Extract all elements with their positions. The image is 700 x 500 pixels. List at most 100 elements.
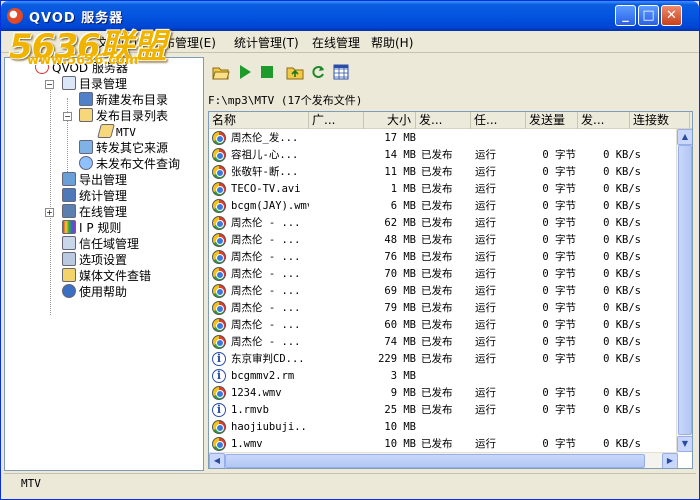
cell-sent: 0 字节 bbox=[542, 251, 576, 263]
table-row[interactable]: 容祖儿-心... 14 MB 已发布 运行 0 字节 0 KB/s bbox=[209, 147, 679, 164]
cell-status: 已发布 bbox=[421, 353, 453, 365]
cell-task: 运行 bbox=[475, 268, 496, 280]
qvod-icon bbox=[212, 233, 226, 247]
vertical-scrollbar[interactable]: ▲ ▼ bbox=[676, 129, 692, 452]
table-row[interactable]: 周杰伦 - ... 60 MB 已发布 运行 0 字节 0 KB/s bbox=[209, 317, 679, 334]
tree-item-trust-domain[interactable]: 信任域管理 bbox=[62, 236, 139, 252]
cell-task bbox=[475, 368, 525, 385]
scroll-down-icon[interactable]: ▼ bbox=[677, 436, 692, 452]
tree-expander-publish-list[interactable]: − bbox=[63, 112, 72, 121]
open-folder-icon[interactable] bbox=[212, 63, 230, 81]
tree-item-publish-list[interactable]: 发布目录列表 bbox=[79, 108, 168, 124]
cell-size: 14 MB bbox=[384, 149, 416, 161]
tree-item-unpublished-query[interactable]: 未发布文件查询 bbox=[79, 156, 180, 172]
table-row[interactable]: 周杰伦 - ... 70 MB 已发布 运行 0 字节 0 KB/s bbox=[209, 266, 679, 283]
qvod-icon bbox=[212, 335, 226, 349]
tree-item-label: 媒体文件查错 bbox=[79, 269, 152, 283]
table-row[interactable]: 1.rmvb 25 MB 已发布 运行 0 字节 0 KB/s bbox=[209, 402, 679, 419]
column-header-connections[interactable]: 连接数 bbox=[630, 112, 690, 129]
table-row[interactable]: 周杰伦 - ... 79 MB 已发布 运行 0 字节 0 KB/s bbox=[209, 300, 679, 317]
table-row[interactable]: 东京审判CD... 229 MB 已发布 运行 0 字节 0 KB/s bbox=[209, 351, 679, 368]
tree-item-mtv[interactable]: MTV bbox=[97, 124, 136, 140]
scroll-right-icon[interactable]: ▶ bbox=[662, 453, 678, 468]
qvod-icon bbox=[212, 386, 226, 400]
vertical-scroll-thumb[interactable] bbox=[678, 145, 692, 435]
cell-sent: 0 字节 bbox=[542, 166, 576, 178]
tree-item-new-publish-dir[interactable]: 新建发布目录 bbox=[79, 92, 168, 108]
table-row[interactable]: bcgmmv2.rm 3 MB bbox=[209, 368, 679, 385]
column-header-ad[interactable]: 广... bbox=[309, 112, 364, 129]
scroll-up-icon[interactable]: ▲ bbox=[677, 129, 692, 145]
table-row[interactable]: 周杰伦 - ... 69 MB 已发布 运行 0 字节 0 KB/s bbox=[209, 283, 679, 300]
cell-task: 运行 bbox=[475, 217, 496, 229]
horizontal-scroll-thumb[interactable] bbox=[225, 454, 645, 468]
title-bar[interactable]: QVOD 服务器 _ □ ✕ bbox=[1, 1, 699, 31]
tree-item-export[interactable]: 导出管理 bbox=[62, 172, 127, 188]
stop-icon[interactable] bbox=[258, 63, 276, 81]
tree-expander-directory[interactable]: − bbox=[45, 80, 54, 89]
horizontal-scrollbar[interactable]: ◀ ▶ bbox=[209, 452, 678, 468]
table-row[interactable]: 周杰伦 - ... 74 MB 已发布 运行 0 字节 0 KB/s bbox=[209, 334, 679, 351]
menu-publish[interactable]: 发布管理(E) bbox=[151, 34, 216, 51]
table-row[interactable]: 张敬轩-断... 11 MB 已发布 运行 0 字节 0 KB/s bbox=[209, 164, 679, 181]
cell-sent: 0 字节 bbox=[542, 200, 576, 212]
cell-speed: 0 KB/s bbox=[603, 166, 641, 178]
cell-status bbox=[421, 368, 471, 385]
table-row[interactable]: 周杰伦 - ... 76 MB 已发布 运行 0 字节 0 KB/s bbox=[209, 249, 679, 266]
table-row[interactable]: TECO-TV.avi 1 MB 已发布 运行 0 字节 0 KB/s bbox=[209, 181, 679, 198]
qvod-icon bbox=[212, 420, 226, 434]
tree-guide-line bbox=[50, 80, 51, 315]
qvod-icon bbox=[212, 250, 226, 264]
table-row[interactable]: 周杰伦 - ... 62 MB 已发布 运行 0 字节 0 KB/s bbox=[209, 215, 679, 232]
tree-item-online[interactable]: 在线管理 bbox=[62, 204, 127, 220]
menu-online[interactable]: 在线管理 bbox=[312, 34, 360, 51]
column-header-status[interactable]: 发... bbox=[416, 112, 471, 129]
tree-item-options[interactable]: 选项设置 bbox=[62, 252, 127, 268]
tree-item-directory[interactable]: 目录管理 bbox=[62, 76, 127, 92]
cell-sent: 0 字节 bbox=[542, 353, 576, 365]
maximize-button[interactable]: □ bbox=[638, 5, 659, 26]
tree-item-label: 导出管理 bbox=[79, 173, 128, 187]
close-button[interactable]: ✕ bbox=[661, 5, 682, 26]
minimize-button[interactable]: _ bbox=[615, 5, 636, 26]
table-row[interactable]: 周杰伦_发... 17 MB bbox=[209, 130, 679, 147]
folder-up-icon[interactable] bbox=[286, 63, 304, 81]
tree-item-ip-rule[interactable]: I P 规则 bbox=[62, 220, 121, 236]
column-header-size[interactable]: 大小 bbox=[364, 112, 416, 129]
menu-help[interactable]: 帮助(H) bbox=[371, 34, 413, 51]
file-list: 名称 广... 大小 发... 任... 发送量 发... 连接数 周杰伦_发.… bbox=[208, 111, 693, 469]
menu-file[interactable]: 文件(F) bbox=[97, 34, 137, 51]
cell-sent: 0 字节 bbox=[542, 302, 576, 314]
table-row[interactable]: bcgm(JAY).wmv 6 MB 已发布 运行 0 字节 0 KB/s bbox=[209, 198, 679, 215]
table-row[interactable]: 1234.wmv 9 MB 已发布 运行 0 字节 0 KB/s bbox=[209, 385, 679, 402]
table-row[interactable]: 1.wmv 10 MB 已发布 运行 0 字节 0 KB/s bbox=[209, 436, 679, 453]
play-icon[interactable] bbox=[236, 63, 254, 81]
scroll-left-icon[interactable]: ◀ bbox=[209, 453, 225, 468]
column-header-name[interactable]: 名称 bbox=[209, 112, 309, 129]
menu-stats[interactable]: 统计管理(T) bbox=[234, 34, 299, 51]
tree-root[interactable]: QVOD 服务器 bbox=[35, 60, 128, 76]
tree-item-media-check[interactable]: 媒体文件查错 bbox=[62, 268, 151, 284]
options-icon bbox=[62, 252, 76, 266]
cell-size: 10 MB bbox=[384, 421, 416, 433]
cell-name: 周杰伦_发... bbox=[231, 132, 299, 144]
grid-icon[interactable] bbox=[332, 63, 350, 81]
table-row[interactable]: 周杰伦 - ... 48 MB 已发布 运行 0 字节 0 KB/s bbox=[209, 232, 679, 249]
cell-name: 1.wmv bbox=[231, 438, 263, 450]
cell-task: 运行 bbox=[475, 319, 496, 331]
cell-status: 已发布 bbox=[421, 149, 453, 161]
column-header-task[interactable]: 任... bbox=[471, 112, 526, 129]
current-path: F:\mp3\MTV (17个发布文件) bbox=[208, 94, 363, 107]
cell-sent: 0 字节 bbox=[542, 404, 576, 416]
tree-item-label: 转发其它来源 bbox=[96, 141, 169, 155]
cell-speed: 0 KB/s bbox=[603, 353, 641, 365]
tree-expander-online[interactable]: + bbox=[45, 208, 54, 217]
column-header-sent[interactable]: 发送量 bbox=[526, 112, 578, 129]
tree-item-forward-source[interactable]: 转发其它来源 bbox=[79, 140, 168, 156]
tree-item-help[interactable]: 使用帮助 bbox=[62, 284, 127, 300]
table-row[interactable]: haojiubuji... 10 MB bbox=[209, 419, 679, 436]
refresh-icon[interactable] bbox=[309, 63, 327, 81]
close-icon: ✕ bbox=[666, 8, 677, 23]
column-header-speed[interactable]: 发... bbox=[578, 112, 630, 129]
tree-item-stats[interactable]: 统计管理 bbox=[62, 188, 127, 204]
